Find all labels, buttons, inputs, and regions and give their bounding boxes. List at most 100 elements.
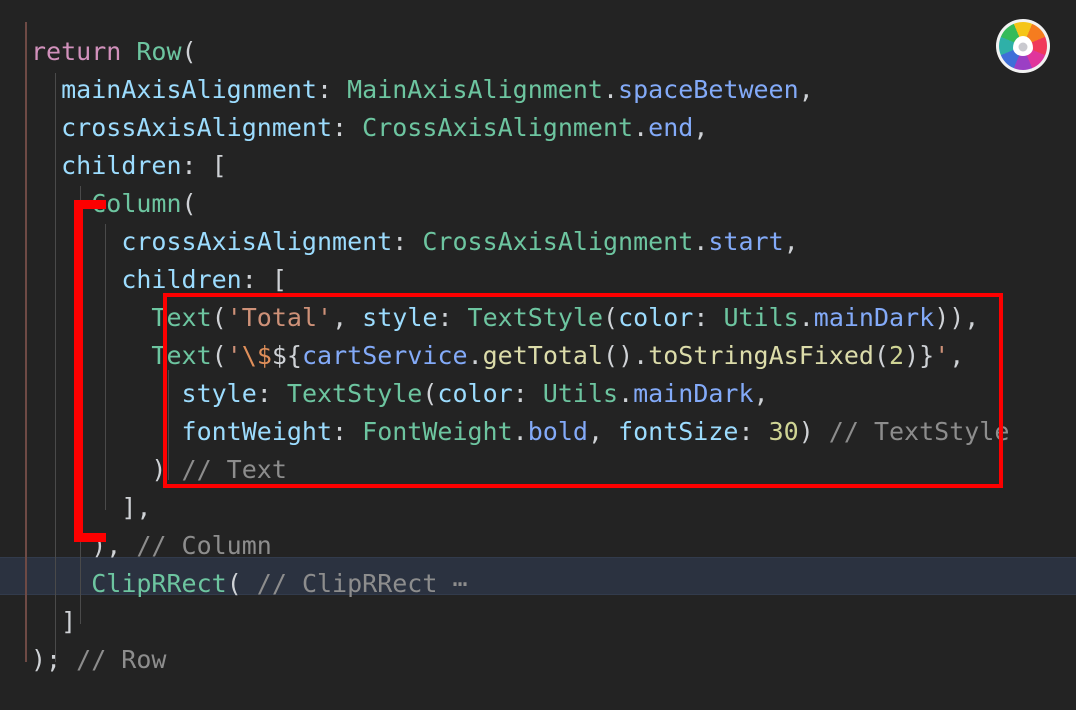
code-token-punct: (: [211, 341, 227, 370]
code-line[interactable]: return Row(: [0, 33, 1076, 71]
code-token-param: color: [437, 379, 513, 408]
code-token-param: children: [121, 265, 242, 294]
code-token-method: getTotal: [482, 341, 604, 370]
code-token-punct: );: [31, 645, 77, 674]
code-token-class: Utils: [723, 303, 799, 332]
code-token-param: fontSize: [618, 417, 739, 446]
code-token-punct: ]: [61, 607, 77, 636]
annotation-bracket-bottom-foot: [74, 533, 106, 542]
code-token-param: fontWeight: [181, 417, 333, 446]
code-token-punct: (: [226, 569, 257, 598]
code-token-punct: ${: [271, 341, 302, 370]
code-token-number: 30: [768, 417, 799, 446]
code-token-punct: .: [602, 75, 619, 104]
code-token-pad: [31, 607, 61, 636]
code-token-comment: // ClipRRect ⋯: [256, 569, 468, 598]
code-token-prop: mainDark: [633, 379, 754, 408]
code-line[interactable]: Text('Total', style: TextStyle(color: Ut…: [0, 299, 1076, 337]
code-token-prop: start: [708, 227, 784, 256]
code-token-comment: // TextStyle: [828, 417, 1010, 446]
code-token-punct: .: [618, 379, 634, 408]
code-token-punct: ): [151, 455, 182, 484]
code-token-class: MainAxisAlignment: [347, 75, 603, 104]
code-token-prop: bold: [527, 417, 588, 446]
code-token-pad: [31, 455, 151, 484]
code-token-punct: :: [181, 151, 212, 180]
code-token-class: Text: [151, 341, 212, 370]
code-token-punct: :: [256, 379, 287, 408]
code-token-class: TextStyle: [286, 379, 423, 408]
code-line[interactable]: ]: [0, 603, 1076, 641]
code-token-method: toStringAsFixed: [648, 341, 874, 370]
code-token-string: ': [226, 341, 242, 370]
code-line[interactable]: mainAxisAlignment: MainAxisAlignment.spa…: [0, 71, 1076, 109]
code-token-punct: :: [738, 417, 769, 446]
code-token-punct: :: [693, 303, 724, 332]
color-wheel-logo[interactable]: [996, 19, 1050, 73]
code-token-punct: :: [332, 417, 363, 446]
code-token-comment: // Column: [136, 531, 272, 560]
code-token-class: ClipRRect: [91, 569, 227, 598]
code-token-punct: :: [392, 227, 423, 256]
code-line[interactable]: children: [: [0, 261, 1076, 299]
code-line[interactable]: crossAxisAlignment: CrossAxisAlignment.s…: [0, 223, 1076, 261]
code-token-punct: (: [211, 303, 227, 332]
code-line[interactable]: ],: [0, 489, 1076, 527]
code-token-pad: [31, 113, 61, 142]
code-token-punct: )}: [904, 341, 935, 370]
code-token-punct: ,: [753, 379, 769, 408]
code-token-punct: [: [211, 151, 227, 180]
code-token-punct: .: [798, 303, 814, 332]
code-token-class: FontWeight: [362, 417, 513, 446]
code-token-punct: (: [603, 303, 619, 332]
code-token-punct: [: [271, 265, 287, 294]
code-line[interactable]: Text('\$${cartService.getTotal().toStrin…: [0, 337, 1076, 375]
code-token-prop: mainDark: [813, 303, 935, 332]
code-token-class: CrossAxisAlignment: [362, 113, 634, 142]
code-line[interactable]: crossAxisAlignment: CrossAxisAlignment.e…: [0, 109, 1076, 147]
code-token-pad: [31, 151, 61, 180]
code-token-punct: (: [422, 379, 438, 408]
code-line[interactable]: style: TextStyle(color: Utils.mainDark,: [0, 375, 1076, 413]
code-token-pad: [31, 341, 151, 370]
annotation-bracket-top-foot: [74, 200, 106, 209]
code-token-punct: ],: [121, 493, 152, 522]
code-token-class: Row: [136, 37, 182, 66]
code-token-pad: [31, 75, 61, 104]
code-line[interactable]: fontWeight: FontWeight.bold, fontSize: 3…: [0, 413, 1076, 451]
code-token-class: CrossAxisAlignment: [422, 227, 694, 256]
code-token-param: style: [181, 379, 257, 408]
code-line[interactable]: ); // Row: [0, 641, 1076, 679]
code-token-pad: [31, 569, 91, 598]
code-line[interactable]: Column(: [0, 185, 1076, 223]
code-token-pad: [31, 417, 182, 446]
code-token-class: TextStyle: [467, 303, 604, 332]
code-token-punct: ().: [603, 341, 649, 370]
code-token-punct: ,: [798, 75, 814, 104]
code-token-escape: \$: [241, 341, 272, 370]
code-token-prop: spaceBetween: [618, 75, 799, 104]
color-wheel-hub: [1013, 36, 1033, 56]
code-token-comment: // Row: [76, 645, 167, 674]
code-token-string: ': [934, 341, 950, 370]
code-line[interactable]: children: [: [0, 147, 1076, 185]
code-line[interactable]: ), // Column: [0, 527, 1076, 565]
code-line[interactable]: ) // Text: [0, 451, 1076, 489]
code-token-punct: )),: [934, 303, 980, 332]
code-token-punct: (: [181, 189, 197, 218]
code-editor-screenshot: return Row( mainAxisAlignment: MainAxisA…: [0, 0, 1076, 710]
code-token-param: mainAxisAlignment: [61, 75, 317, 104]
code-token-punct: :: [437, 303, 468, 332]
code-token-string: 'Total': [226, 303, 333, 332]
code-token-punct: ): [798, 417, 829, 446]
code-token-pad: [31, 303, 151, 332]
code-token-punct: ,: [332, 303, 363, 332]
code-token-punct: .: [693, 227, 709, 256]
code-token-punct: ,: [693, 113, 709, 142]
code-line[interactable]: ClipRRect( // ClipRRect ⋯: [0, 565, 1076, 603]
code-token-comment: // Text: [181, 455, 287, 484]
code-token-param: crossAxisAlignment: [121, 227, 393, 256]
code-token-param: children: [61, 151, 182, 180]
code-token-prop: cartService: [301, 341, 468, 370]
